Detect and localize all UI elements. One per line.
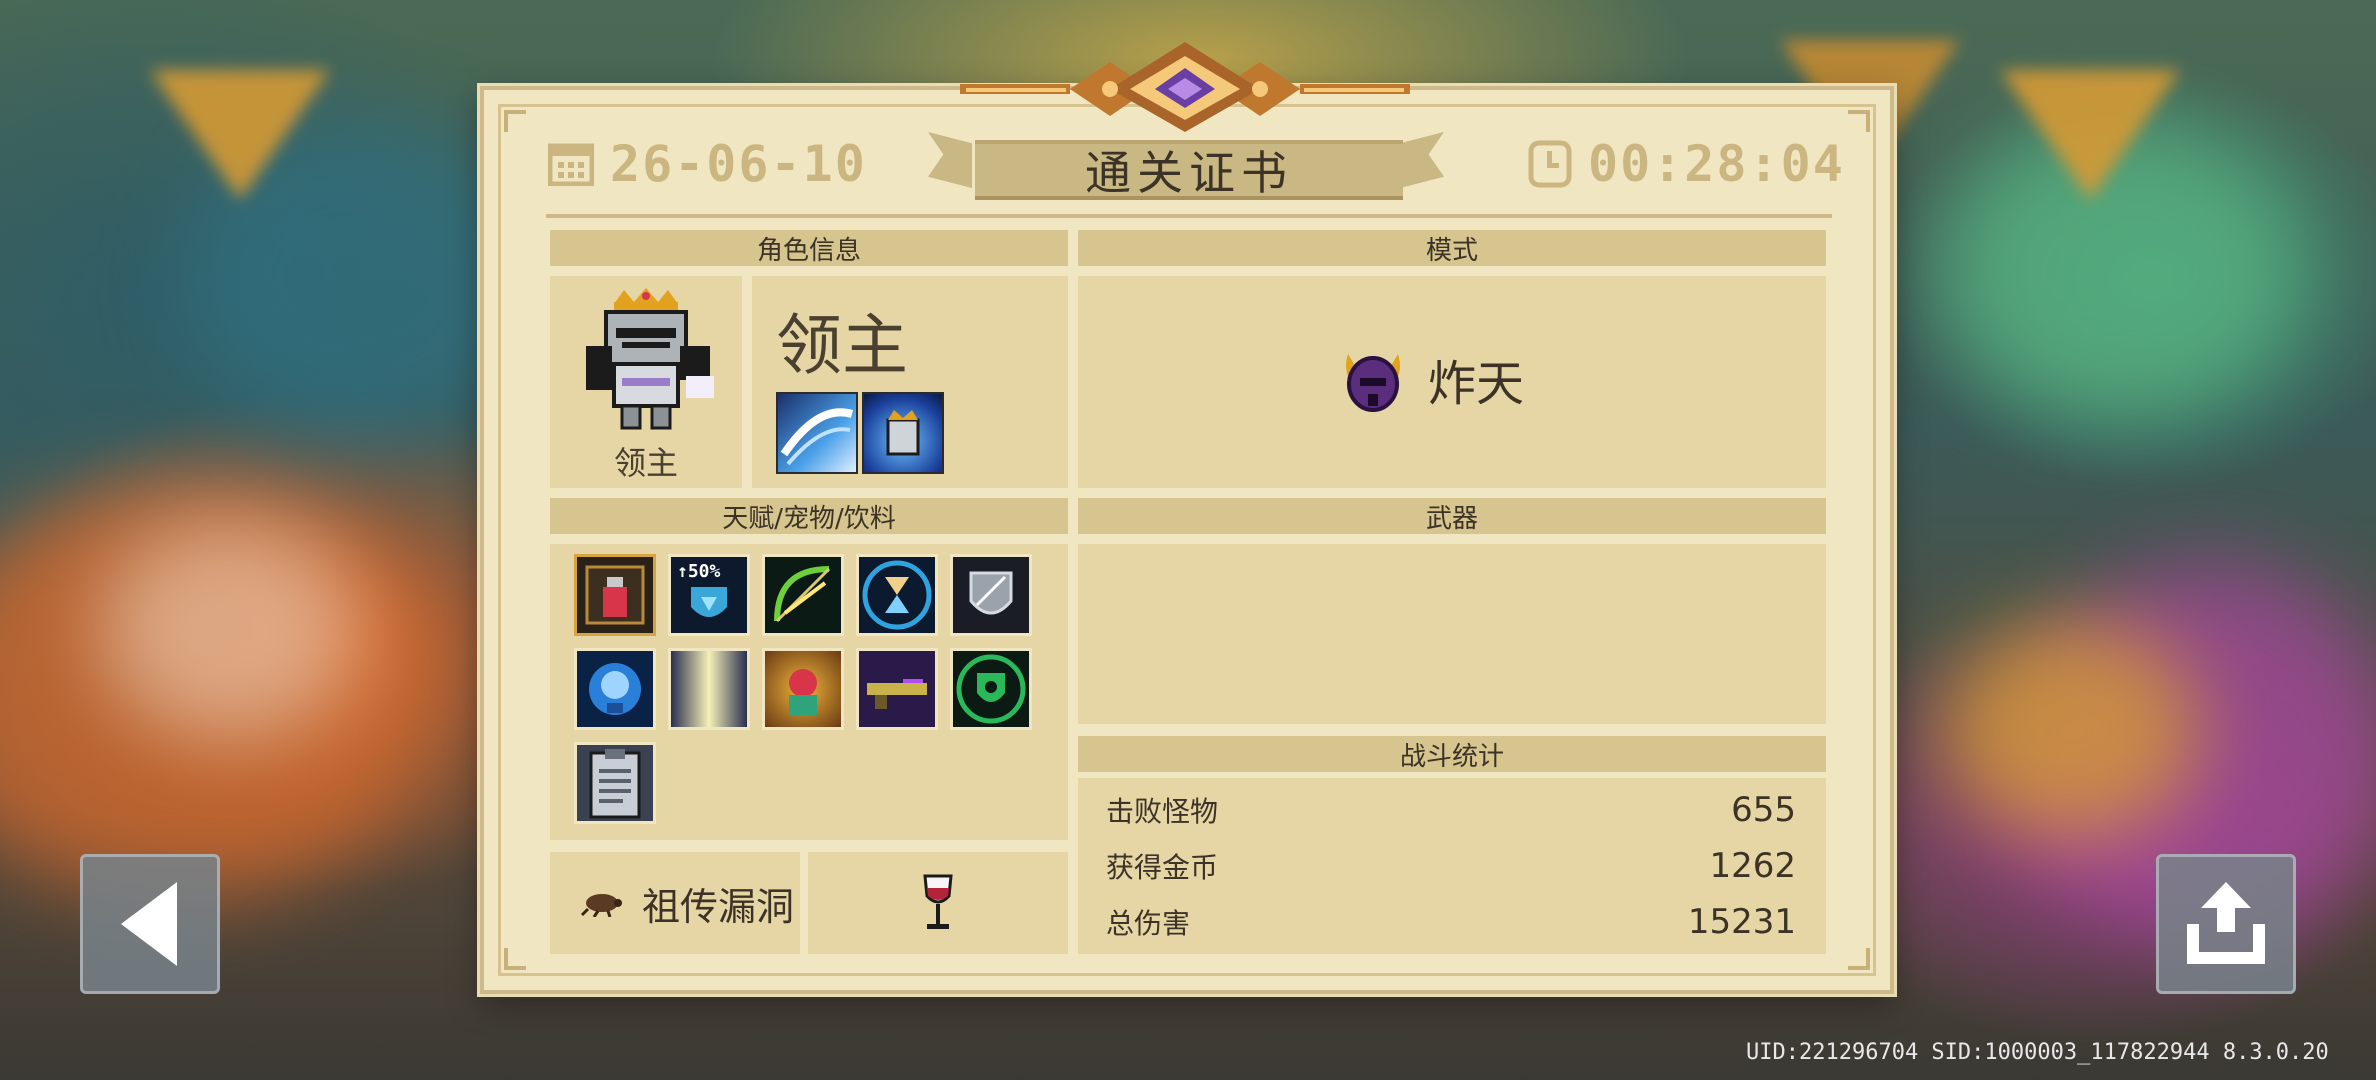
stat-value: 15231 xyxy=(1687,902,1796,942)
character-info: 领主 xyxy=(752,276,1068,488)
character-portrait[interactable]: 领主 xyxy=(550,276,742,488)
battle-stats: 击败怪物 655 获得金币 1262 总伤害 15231 xyxy=(1078,778,1826,954)
bow-icon[interactable] xyxy=(762,554,844,636)
frame-corner xyxy=(504,110,526,132)
slash-skill-icon[interactable] xyxy=(776,392,858,474)
clipboard-icon[interactable] xyxy=(574,742,656,824)
armor-shield-icon[interactable] xyxy=(950,554,1032,636)
mode-section-label: 模式 xyxy=(1078,230,1826,266)
title-banner: 通关证书 xyxy=(975,140,1403,200)
hero-summon-icon[interactable] xyxy=(762,648,844,730)
header-divider xyxy=(546,214,1832,218)
account-ids: UID:221296704 SID:1000003_117822944 8.3.… xyxy=(1746,1040,2329,1065)
share-icon xyxy=(2187,882,2265,964)
mode-box: 炸天 xyxy=(1078,276,1826,488)
crown-ornament-icon xyxy=(960,42,1410,132)
back-arrow-icon xyxy=(121,882,177,966)
stats-section-label: 战斗统计 xyxy=(1078,736,1826,772)
certificate-time: 00:28:04 xyxy=(1588,135,1845,193)
frame-corner xyxy=(1848,110,1870,132)
stat-label: 获得金币 xyxy=(1106,851,1219,884)
mode-name: 炸天 xyxy=(1428,356,1525,412)
share-button[interactable] xyxy=(2156,854,2296,994)
stat-row: 获得金币 1262 xyxy=(1106,846,1796,886)
shield-heal-icon[interactable]: ↑50% xyxy=(668,554,750,636)
light-beam-icon[interactable] xyxy=(668,648,750,730)
lord-knight-icon xyxy=(586,288,714,430)
drink-slot[interactable] xyxy=(808,852,1068,954)
bug-icon xyxy=(580,894,622,917)
laser-gun-icon[interactable] xyxy=(856,648,938,730)
stat-value: 1262 xyxy=(1709,846,1796,886)
talent-bonus-text: ↑50% xyxy=(677,561,721,582)
frame-corner xyxy=(1848,948,1870,970)
talents-section-label: 天赋/宠物/饮料 xyxy=(550,498,1068,534)
stat-row: 总伤害 15231 xyxy=(1106,902,1796,942)
character-name: 领主 xyxy=(776,307,908,384)
back-button[interactable] xyxy=(80,854,220,994)
stat-label: 总伤害 xyxy=(1106,907,1191,940)
stat-value: 655 xyxy=(1731,790,1796,830)
certificate-title: 通关证书 xyxy=(1085,146,1293,200)
frame-corner xyxy=(504,948,526,970)
time-display: 00:28:04 xyxy=(1528,135,1845,193)
talents-grid: ↑50% xyxy=(550,544,1068,840)
mode-display: 炸天 xyxy=(1340,344,1524,414)
armor-skill-icon[interactable] xyxy=(862,392,944,474)
demon-helmet-icon xyxy=(1346,354,1400,412)
stat-label: 击败怪物 xyxy=(1106,795,1219,828)
mind-icon[interactable] xyxy=(574,648,656,730)
bug-label: 祖传漏洞 xyxy=(642,884,795,929)
date-display: 26-06-10 xyxy=(548,135,867,193)
green-shield-icon[interactable] xyxy=(950,648,1032,730)
stat-row: 击败怪物 655 xyxy=(1106,790,1796,830)
wine-glass-icon xyxy=(923,874,953,929)
portrait-caption: 领主 xyxy=(613,444,678,482)
weapon-section-label: 武器 xyxy=(1078,498,1826,534)
calendar-icon xyxy=(548,143,594,186)
bug-badge[interactable]: 祖传漏洞 xyxy=(550,852,800,954)
certificate-date: 26-06-10 xyxy=(610,135,867,193)
weapon-box xyxy=(1078,544,1826,724)
hourglass-icon[interactable] xyxy=(856,554,938,636)
character-section-label: 角色信息 xyxy=(550,230,1068,266)
clock-icon xyxy=(1528,140,1572,188)
potion-icon[interactable] xyxy=(574,554,656,636)
